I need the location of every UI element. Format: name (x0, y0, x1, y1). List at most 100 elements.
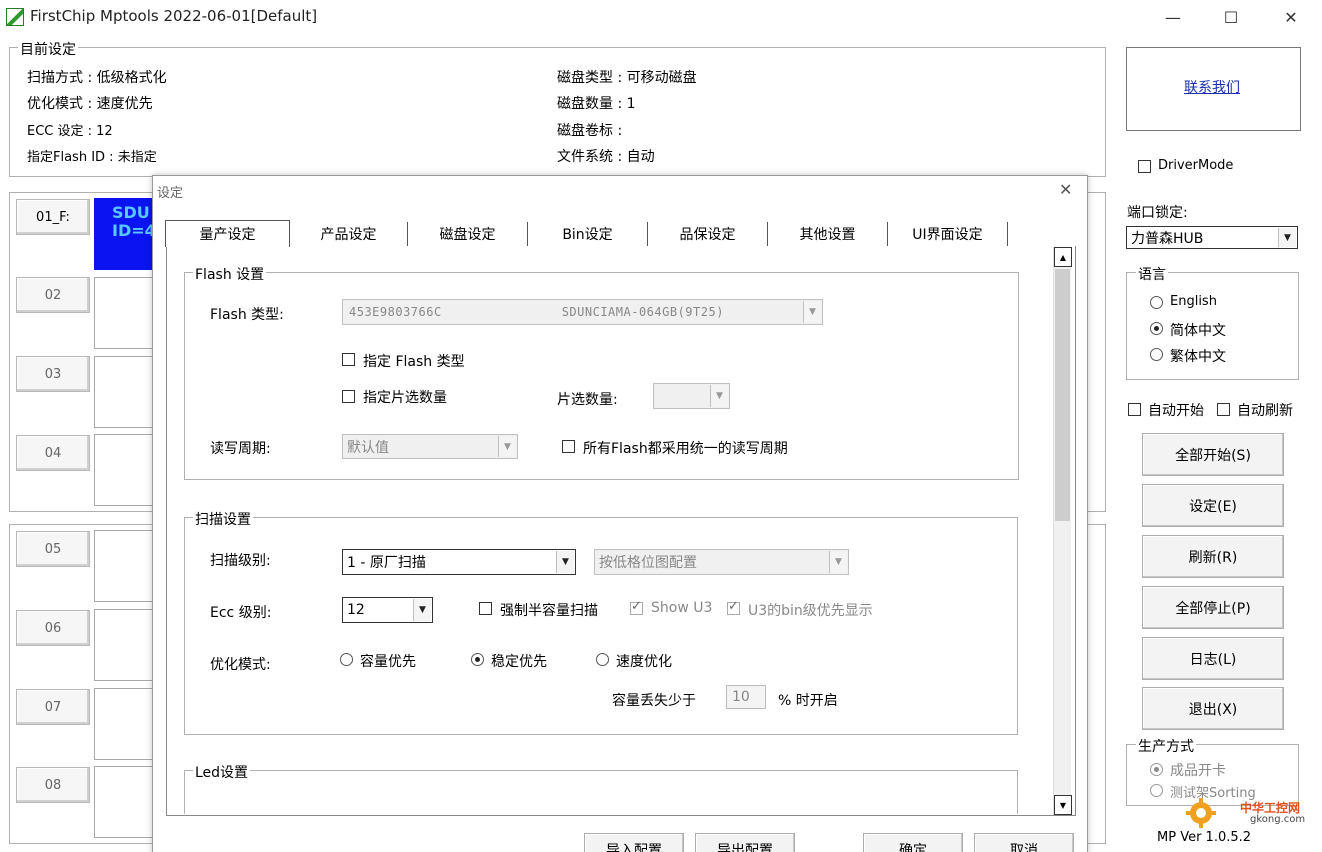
tab-ui[interactable]: UI界面设定 (888, 222, 1008, 246)
disk-count-text: 磁盘数量 : 1 (557, 96, 636, 112)
exit-button[interactable]: 退出(X) (1142, 687, 1284, 730)
stop-all-button[interactable]: 全部停止(P) (1142, 586, 1284, 629)
language-legend: 语言 (1136, 264, 1168, 284)
slot-07-button[interactable]: 07 (16, 689, 90, 725)
specify-chip-count-checkbox[interactable] (342, 390, 355, 403)
uniform-rw-cycle-checkbox[interactable] (562, 440, 575, 453)
dialog-close-button[interactable]: ✕ (1059, 180, 1072, 199)
force-half-scan-label: 强制半容量扫描 (500, 603, 598, 619)
scan-bitmap-value: 按低格位图配置 (599, 555, 697, 571)
specify-flash-type-label: 指定 Flash 类型 (363, 354, 465, 370)
rw-cycle-select[interactable]: 默认值 ▼ (342, 434, 518, 459)
cancel-button[interactable]: 取消 (974, 833, 1074, 852)
flash-type-label: Flash 类型: (210, 307, 284, 323)
prod-card-label: 成品开卡 (1170, 763, 1226, 779)
specify-chip-count-label: 指定片选数量 (363, 390, 447, 406)
capacity-loss-suffix: % 时开启 (778, 693, 838, 709)
opt-mode-label: 优化模式: (210, 657, 271, 673)
prod-rack-radio[interactable] (1150, 784, 1163, 797)
window-title: FirstChip Mptools 2022-06-01[Default] (30, 7, 318, 25)
contact-link[interactable]: 联系我们 (1184, 77, 1240, 97)
scroll-up-icon[interactable]: ▲ (1054, 247, 1072, 267)
scroll-down-icon[interactable]: ▼ (1054, 795, 1072, 815)
port-lock-select[interactable]: 力普森HUB ▼ (1126, 226, 1298, 249)
chevron-down-icon: ▼ (498, 436, 516, 457)
led-settings-legend: Led设置 (193, 762, 251, 782)
chip-count-label: 片选数量: (557, 392, 618, 408)
chevron-down-icon: ▼ (803, 301, 821, 323)
led-settings-group (184, 770, 1018, 814)
start-all-button[interactable]: 全部开始(S) (1142, 433, 1284, 476)
chevron-down-icon: ▼ (413, 599, 431, 621)
import-config-button[interactable]: 导入配置 (584, 833, 684, 852)
slot-02-button[interactable]: 02 (16, 277, 90, 313)
u3-bin-priority-checkbox[interactable] (727, 599, 740, 615)
scan-level-value: 1 - 原厂扫描 (347, 555, 426, 571)
slot-03-button[interactable]: 03 (16, 356, 90, 392)
ok-button[interactable]: 确定 (863, 833, 963, 852)
tab-other[interactable]: 其他设置 (768, 222, 888, 246)
opt-speed-label: 速度优化 (616, 654, 672, 670)
refresh-button[interactable]: 刷新(R) (1142, 535, 1284, 578)
chip-count-select[interactable]: ▼ (653, 383, 730, 409)
scan-bitmap-select[interactable]: 按低格位图配置 ▼ (594, 549, 849, 575)
opt-speed-radio[interactable] (596, 653, 609, 666)
slot-05-button[interactable]: 05 (16, 531, 90, 567)
flash-type-select[interactable]: 453E9803766C SDUNCIAMA-064GB(9T25) ▼ (342, 299, 823, 325)
tab-disk[interactable]: 磁盘设定 (408, 222, 528, 246)
opt-mode-text: 优化模式 : 速度优先 (27, 96, 153, 112)
export-config-button[interactable]: 导出配置 (695, 833, 795, 852)
auto-refresh-checkbox[interactable] (1217, 403, 1230, 416)
slot-04-button[interactable]: 04 (16, 435, 90, 471)
current-settings-legend: 目前设定 (18, 39, 78, 59)
slot-06-button[interactable]: 06 (16, 610, 90, 646)
ecc-level-select[interactable]: 12 ▼ (342, 597, 433, 623)
force-half-scan-checkbox[interactable] (479, 602, 492, 615)
capacity-loss-label: 容量丢失少于 (612, 693, 696, 709)
chevron-down-icon: ▼ (710, 385, 728, 407)
scroll-thumb[interactable] (1055, 269, 1070, 521)
slot-01-button[interactable]: 01_F: (16, 199, 90, 235)
lang-sc-radio[interactable] (1150, 322, 1163, 335)
opt-capacity-label: 容量优先 (360, 654, 416, 670)
show-u3-label: Show U3 (651, 600, 713, 616)
close-button[interactable]: ✕ (1262, 0, 1320, 34)
prod-card-radio[interactable] (1150, 763, 1163, 776)
scan-settings-legend: 扫描设置 (193, 509, 253, 529)
ecc-level-value: 12 (347, 602, 365, 618)
flash-id-text: 指定Flash ID : 未指定 (27, 150, 157, 165)
gkong-logo-icon (1186, 798, 1216, 828)
settings-button[interactable]: 设定(E) (1142, 484, 1284, 527)
scan-mode-text: 扫描方式 : 低级格式化 (27, 70, 167, 86)
driver-mode-label: DriverMode (1158, 158, 1234, 173)
opt-stable-radio[interactable] (471, 653, 484, 666)
lang-tc-radio[interactable] (1150, 348, 1163, 361)
slot-08-button[interactable]: 08 (16, 767, 90, 803)
driver-mode-checkbox[interactable] (1138, 160, 1151, 173)
tab-production[interactable]: 量产设定 (165, 220, 290, 247)
auto-start-label: 自动开始 (1148, 403, 1204, 419)
rw-cycle-value: 默认值 (347, 439, 389, 456)
tab-bin[interactable]: Bin设定 (528, 222, 648, 246)
tab-qa[interactable]: 品保设定 (648, 222, 768, 246)
lang-english-radio[interactable] (1150, 296, 1163, 309)
opt-capacity-radio[interactable] (340, 653, 353, 666)
capacity-loss-input[interactable]: 10 (726, 685, 766, 709)
maximize-button[interactable]: ☐ (1202, 0, 1260, 34)
lang-english-label: English (1170, 294, 1217, 309)
tab-product[interactable]: 产品设定 (290, 222, 408, 246)
vertical-scrollbar[interactable]: ▲ ▼ (1053, 247, 1072, 815)
app-icon (6, 8, 24, 26)
specify-flash-type-checkbox[interactable] (342, 353, 355, 366)
chevron-down-icon: ▼ (556, 551, 574, 573)
minimize-button[interactable]: — (1144, 0, 1202, 34)
show-u3-checkbox[interactable] (630, 599, 643, 615)
port-lock-label: 端口锁定: (1127, 205, 1188, 221)
scan-level-select[interactable]: 1 - 原厂扫描 ▼ (342, 549, 576, 575)
scan-level-label: 扫描级别: (210, 553, 271, 569)
port-lock-value: 力普森HUB (1131, 230, 1204, 247)
lang-tc-label: 繁体中文 (1170, 349, 1226, 365)
log-button[interactable]: 日志(L) (1142, 637, 1284, 680)
auto-start-checkbox[interactable] (1128, 403, 1141, 416)
rw-cycle-label: 读写周期: (210, 441, 271, 457)
